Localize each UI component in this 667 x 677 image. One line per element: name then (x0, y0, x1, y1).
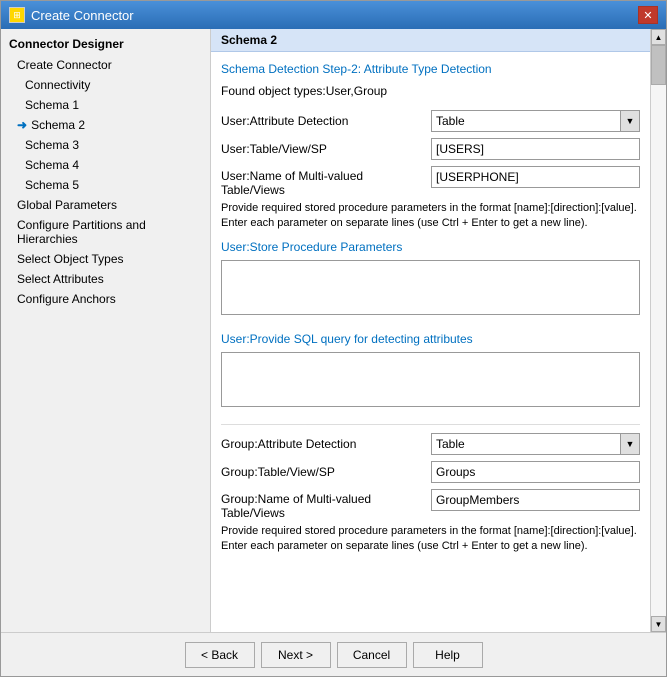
user-info-text: Provide required stored procedure parame… (221, 201, 640, 232)
scrollbar[interactable]: ▲ ▼ (650, 29, 666, 632)
scroll-track (651, 45, 666, 616)
user-attr-detection-row: User:Attribute Detection Table View Stor… (221, 110, 640, 132)
window-icon: ⊞ (9, 7, 25, 23)
section-title: Schema Detection Step-2: Attribute Type … (221, 62, 640, 76)
sidebar-item-schema-5[interactable]: Schema 5 (1, 175, 210, 195)
user-multi-valued-input[interactable] (431, 166, 640, 188)
sidebar-item-schema-3[interactable]: Schema 3 (1, 135, 210, 155)
user-attr-detection-select[interactable]: Table View StoredProcedure (431, 110, 640, 132)
user-table-view-sp-input[interactable] (431, 138, 640, 160)
main-content: Connector Designer Create Connector Conn… (1, 29, 666, 632)
help-button[interactable]: Help (413, 642, 483, 668)
user-attr-detection-select-wrapper: Table View StoredProcedure ▼ (431, 110, 640, 132)
sidebar-item-select-attributes[interactable]: Select Attributes (1, 269, 210, 289)
scroll-up-button[interactable]: ▲ (651, 29, 666, 45)
next-button[interactable]: Next > (261, 642, 331, 668)
panel-header: Schema 2 (211, 29, 650, 52)
found-types: Found object types:User,Group (221, 84, 640, 98)
sidebar-item-select-object-types[interactable]: Select Object Types (1, 249, 210, 269)
cancel-button[interactable]: Cancel (337, 642, 407, 668)
sidebar-item-create-connector[interactable]: Create Connector (1, 55, 210, 75)
sidebar-label-configure-partitions: Configure Partitions and Hierarchies (17, 218, 194, 246)
found-types-values: User,Group (326, 84, 387, 98)
group-multi-valued-row: Group:Name of Multi-valuedTable/Views (221, 489, 640, 520)
panel-body: Schema Detection Step-2: Attribute Type … (211, 52, 650, 632)
sidebar-label-schema-4: Schema 4 (25, 158, 79, 172)
group-table-view-sp-row: Group:Table/View/SP (221, 461, 640, 483)
group-multi-valued-input[interactable] (431, 489, 640, 511)
sidebar-item-schema-4[interactable]: Schema 4 (1, 155, 210, 175)
group-attr-detection-select-wrapper: Table View StoredProcedure ▼ (431, 433, 640, 455)
user-store-proc-label: User:Store Procedure Parameters (221, 240, 640, 254)
section-divider (221, 424, 640, 425)
user-table-view-sp-label: User:Table/View/SP (221, 142, 431, 156)
user-multi-valued-row: User:Name of Multi-valuedTable/Views (221, 166, 640, 197)
sidebar-label-configure-anchors: Configure Anchors (17, 292, 116, 306)
scroll-down-button[interactable]: ▼ (651, 616, 666, 632)
main-window: ⊞ Create Connector ✕ Connector Designer … (0, 0, 667, 677)
active-arrow-icon: ➜ (17, 118, 27, 132)
sidebar-label-connectivity: Connectivity (25, 78, 90, 92)
user-sql-query-textarea[interactable] (221, 352, 640, 407)
sidebar-label-schema-2: Schema 2 (31, 118, 85, 132)
sidebar-item-schema-1[interactable]: Schema 1 (1, 95, 210, 115)
sidebar-label-schema-3: Schema 3 (25, 138, 79, 152)
user-attr-detection-label: User:Attribute Detection (221, 114, 431, 128)
panel-wrapper: Schema 2 Schema Detection Step-2: Attrib… (211, 29, 666, 632)
group-attr-detection-row: Group:Attribute Detection Table View Sto… (221, 433, 640, 455)
sidebar-item-global-parameters[interactable]: Global Parameters (1, 195, 210, 215)
sidebar-item-configure-anchors[interactable]: Configure Anchors (1, 289, 210, 309)
found-label: Found object types: (221, 84, 326, 98)
group-attr-detection-label: Group:Attribute Detection (221, 437, 431, 451)
sidebar-item-schema-2[interactable]: ➜ Schema 2 (1, 115, 210, 135)
group-table-view-sp-input[interactable] (431, 461, 640, 483)
sidebar-header: Connector Designer (1, 33, 210, 55)
group-attr-detection-select[interactable]: Table View StoredProcedure (431, 433, 640, 455)
sidebar-label-select-attributes: Select Attributes (17, 272, 104, 286)
sidebar-label-schema-5: Schema 5 (25, 178, 79, 192)
group-multi-valued-label: Group:Name of Multi-valuedTable/Views (221, 489, 431, 520)
group-table-view-sp-label: Group:Table/View/SP (221, 465, 431, 479)
user-sql-query-label: User:Provide SQL query for detecting att… (221, 332, 640, 346)
sidebar-label-create-connector: Create Connector (17, 58, 112, 72)
title-bar: ⊞ Create Connector ✕ (1, 1, 666, 29)
group-info-text: Provide required stored procedure parame… (221, 524, 640, 555)
sidebar-label-global-parameters: Global Parameters (17, 198, 117, 212)
user-multi-valued-label: User:Name of Multi-valuedTable/Views (221, 166, 431, 197)
sidebar-item-configure-partitions[interactable]: Configure Partitions and Hierarchies (1, 215, 210, 249)
sidebar-label-select-object-types: Select Object Types (17, 252, 124, 266)
footer: < Back Next > Cancel Help (1, 632, 666, 676)
title-bar-left: ⊞ Create Connector (9, 7, 134, 23)
scroll-thumb[interactable] (651, 45, 666, 85)
sidebar-item-connectivity[interactable]: Connectivity (1, 75, 210, 95)
sidebar-label-schema-1: Schema 1 (25, 98, 79, 112)
user-store-proc-textarea[interactable] (221, 260, 640, 315)
sidebar: Connector Designer Create Connector Conn… (1, 29, 211, 632)
close-button[interactable]: ✕ (638, 6, 658, 24)
back-button[interactable]: < Back (185, 642, 255, 668)
user-table-view-sp-row: User:Table/View/SP (221, 138, 640, 160)
right-panel: Schema 2 Schema Detection Step-2: Attrib… (211, 29, 650, 632)
window-title: Create Connector (31, 8, 134, 23)
